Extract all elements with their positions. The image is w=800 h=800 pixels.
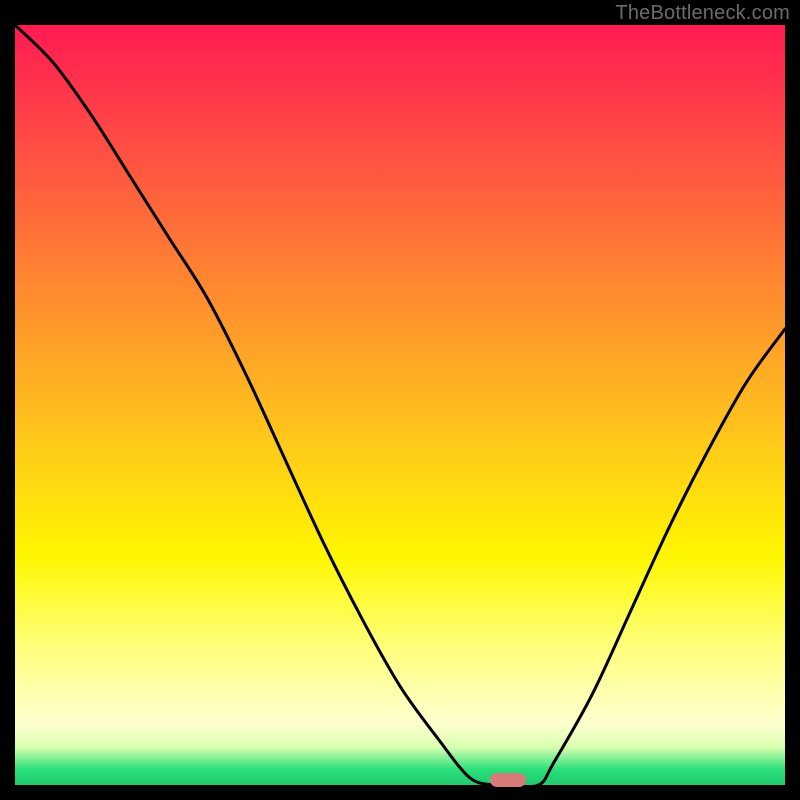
chart-svg	[15, 25, 785, 785]
optimal-marker	[490, 773, 526, 787]
watermark-text: TheBottleneck.com	[615, 2, 790, 25]
chart-plot-area	[15, 25, 785, 785]
bottleneck-curve-line	[15, 25, 785, 785]
chart-frame: TheBottleneck.com	[0, 0, 800, 800]
